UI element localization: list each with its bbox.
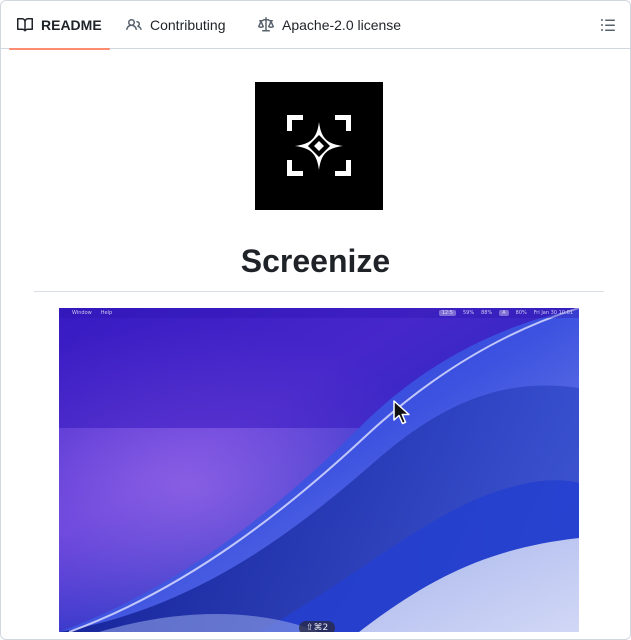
tab-license[interactable]: Apache-2.0 license xyxy=(250,1,409,49)
tab-license-label: Apache-2.0 license xyxy=(282,17,402,33)
screenize-logo xyxy=(255,82,383,210)
menubar-item-help: Help xyxy=(100,310,113,316)
menubar-item-window: Window xyxy=(72,310,92,316)
menubar-clock: Fri Jan 30 10:01 xyxy=(533,310,573,316)
screenize-logo-icon xyxy=(287,115,351,176)
tab-contributing-label: Contributing xyxy=(150,17,226,33)
shortcut-badge: ⇧⌘2 xyxy=(299,621,336,632)
title-divider xyxy=(34,291,604,292)
mac-menubar: Window Help 12:5 59% 88% A 80% Fri Jan 3… xyxy=(59,308,579,318)
menubar-status: 59% xyxy=(462,310,475,316)
law-icon xyxy=(258,17,274,32)
tab-contributing[interactable]: Contributing xyxy=(118,1,234,49)
menubar-status: A xyxy=(499,310,509,316)
outline-button[interactable] xyxy=(592,9,624,41)
menubar-status: 88% xyxy=(481,310,493,316)
wallpaper-image xyxy=(59,308,579,632)
tab-readme-label: README xyxy=(41,17,102,33)
readme-title: Screenize xyxy=(240,243,391,279)
demo-screenshot: Window Help 12:5 59% 88% A 80% Fri Jan 3… xyxy=(59,308,579,632)
list-unordered-icon xyxy=(601,19,615,31)
readme-panel: README Contributing Apache-2.0 license S… xyxy=(0,0,631,640)
menubar-status: 80% xyxy=(515,310,527,316)
readme-tab-bar: README Contributing Apache-2.0 license xyxy=(1,1,630,50)
menubar-status: 12:5 xyxy=(438,310,456,316)
mouse-cursor-icon xyxy=(393,400,410,425)
book-icon xyxy=(17,17,33,32)
tab-readme[interactable]: README xyxy=(9,1,110,50)
people-icon xyxy=(126,18,142,31)
